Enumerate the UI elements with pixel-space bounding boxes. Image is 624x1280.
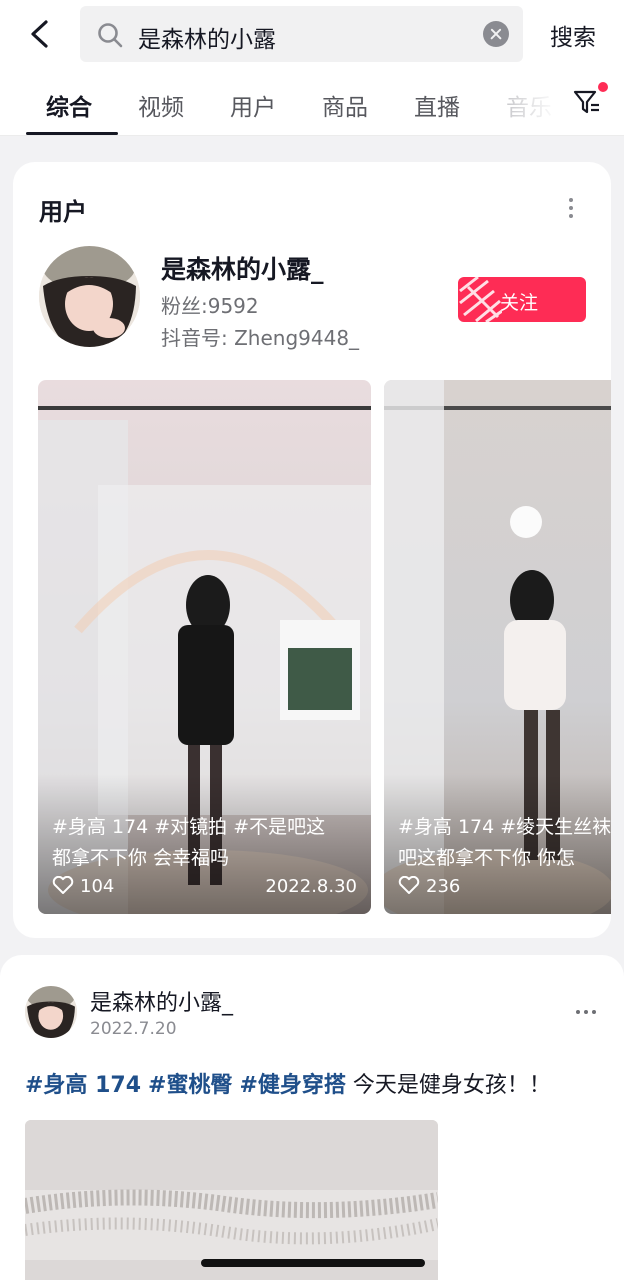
category-tabs: 综合 视频 用户 商品 直播 音乐 xyxy=(0,72,624,136)
like-count: 236 xyxy=(398,876,460,897)
heart-icon xyxy=(52,876,74,894)
top-bar: 是森林的小露 搜索 xyxy=(0,0,624,72)
avatar[interactable] xyxy=(39,246,140,347)
hashtag[interactable]: #健身穿搭 xyxy=(239,1073,345,1098)
like-count-value: 236 xyxy=(426,876,461,897)
clear-icon[interactable] xyxy=(483,21,509,47)
avatar[interactable] xyxy=(25,986,77,1038)
video-date: 2022.8.30 xyxy=(265,876,357,897)
caption-line-2: 吧这都拿不下你 你怎 xyxy=(398,847,576,869)
caption-line-1: #身高 174 #绫天生丝袜 xyxy=(398,816,611,838)
caption-line-2: 都拿不下你 会幸福吗 xyxy=(52,847,230,869)
like-count-value: 104 xyxy=(80,876,115,897)
heart-icon xyxy=(398,876,420,894)
tab-all[interactable]: 综合 xyxy=(46,88,92,122)
search-button[interactable]: 搜索 xyxy=(550,18,596,52)
post-card: 是森林的小露_ 2022.7.20 #身高 174 #蜜桃臀 #健身穿搭 今天是… xyxy=(0,955,624,1280)
follow-pattern-icon xyxy=(459,277,502,322)
follow-button[interactable]: 关注 xyxy=(458,277,586,322)
active-tab-indicator xyxy=(26,132,118,135)
hashtag[interactable]: #蜜桃臀 xyxy=(148,1073,232,1098)
search-query[interactable]: 是森林的小露 xyxy=(138,20,276,54)
back-arrow-icon[interactable] xyxy=(24,16,56,52)
section-title: 用户 xyxy=(39,198,87,226)
search-box[interactable]: 是森林的小露 xyxy=(80,6,523,62)
fans-count: 粉丝:9592 xyxy=(161,294,259,318)
video-card[interactable]: #身高 174 #绫天生丝袜 吧这都拿不下你 你怎 236 xyxy=(384,380,611,914)
post-date: 2022.7.20 xyxy=(90,1019,177,1039)
post-text: #身高 174 #蜜桃臀 #健身穿搭 今天是健身女孩！！ xyxy=(25,1067,551,1099)
user-result-card: 用户 是森林的小露_ 粉丝:9592 抖音号: Zheng9448_ 关注 #身… xyxy=(13,162,611,938)
filter-icon[interactable] xyxy=(572,88,602,116)
hashtag[interactable]: #身高 174 xyxy=(25,1073,141,1098)
tab-goods[interactable]: 商品 xyxy=(322,88,368,122)
caption-line-1: #身高 174 #对镜拍 #不是吧这 xyxy=(52,816,326,838)
home-indicator xyxy=(201,1259,425,1267)
tab-live[interactable]: 直播 xyxy=(414,88,460,122)
tab-video[interactable]: 视频 xyxy=(138,88,184,122)
user-name[interactable]: 是森林的小露_ xyxy=(161,250,324,286)
filter-badge-dot xyxy=(598,82,608,92)
follow-label: 关注 xyxy=(500,292,539,314)
video-card[interactable]: #身高 174 #对镜拍 #不是吧这 都拿不下你 会幸福吗 104 2022.8… xyxy=(38,380,371,914)
tab-user[interactable]: 用户 xyxy=(230,88,276,122)
post-body: 今天是健身女孩！！ xyxy=(352,1073,551,1098)
like-count: 104 xyxy=(52,876,114,897)
post-image[interactable] xyxy=(25,1120,438,1280)
video-caption: #身高 174 #绫天生丝袜 吧这都拿不下你 你怎 xyxy=(398,812,611,874)
douyin-id: 抖音号: Zheng9448_ xyxy=(161,326,360,350)
more-vertical-icon[interactable] xyxy=(569,198,575,218)
post-author[interactable]: 是森林的小露_ xyxy=(90,985,233,1017)
search-icon xyxy=(98,23,123,48)
more-horizontal-icon[interactable] xyxy=(576,1010,600,1016)
tab-fade-mask xyxy=(490,72,570,132)
video-caption: #身高 174 #对镜拍 #不是吧这 都拿不下你 会幸福吗 xyxy=(52,812,362,874)
